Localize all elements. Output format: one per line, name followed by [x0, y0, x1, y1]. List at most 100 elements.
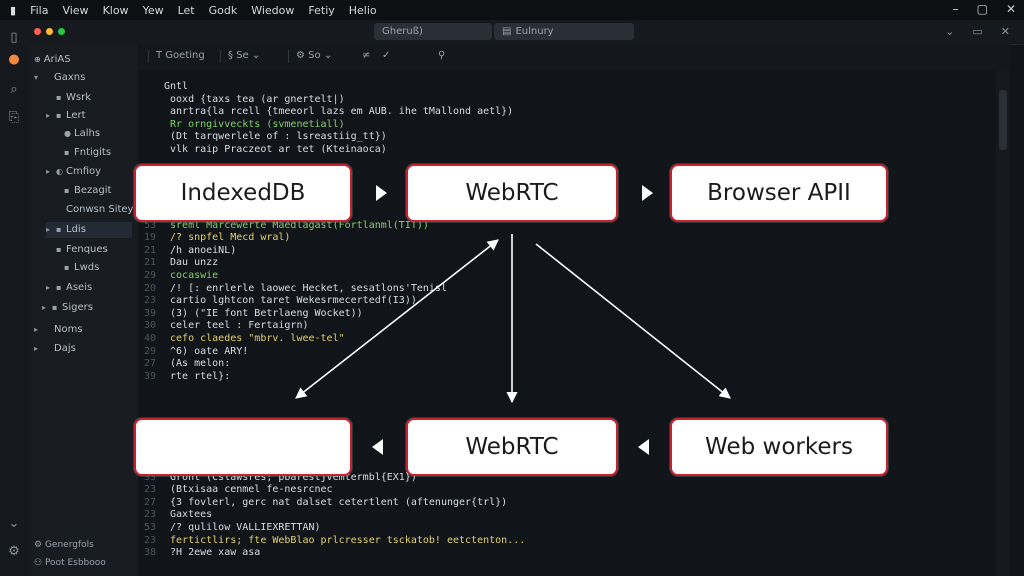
title-tab-left[interactable]: Gheruß) [374, 23, 492, 40]
close-dot-icon[interactable] [34, 28, 41, 35]
code-line: 30 celer teel : Fertaigrn) [138, 319, 309, 332]
code-text: fertictlirs; fte WebBlao prlcresser tsck… [164, 534, 526, 546]
menu-bar: ▮ Fila View Klow Yew Let Godk Wiedow Fet… [0, 0, 1024, 20]
menu-item-klow[interactable]: Klow [103, 4, 129, 17]
diagram-node-browser-api[interactable]: Browser APII [670, 164, 888, 222]
sidebar-tree-item[interactable]: ▸ ◐ Cmfioy [46, 164, 101, 180]
editor-scrollbar[interactable] [996, 70, 1010, 576]
scrollbar-thumb[interactable] [999, 90, 1007, 150]
code-line: Rr orngivveckts (svmenetiall) [138, 118, 345, 131]
code-line: Gntl [138, 80, 188, 93]
source-control-icon[interactable]: ⎘ [6, 110, 22, 126]
chevron-down-icon[interactable]: ⌄ [6, 516, 22, 532]
sidebar-tree-item[interactable]: ▸ ▪ Lert [46, 108, 86, 124]
panel-close-icon[interactable]: ✕ [1001, 25, 1010, 38]
file-icon: ▪ [56, 225, 62, 234]
sidebar-footer-2[interactable]: ⚇ Poot Esbbooo [34, 558, 144, 576]
split-icon[interactable]: ⌄ [945, 25, 954, 38]
sidebar-tree-item-label: Sigers [62, 302, 93, 313]
line-number: 30 [143, 320, 156, 332]
menu-item-yew[interactable]: Yew [143, 4, 164, 17]
extensions-icon[interactable]: ● [6, 52, 22, 68]
menu-item-fetiy[interactable]: Fetiy [308, 4, 334, 17]
diagram-node-indexeddb[interactable]: IndexedDB [134, 164, 352, 222]
layout-icon[interactable]: ▭ [972, 25, 982, 38]
menu-item-let[interactable]: Let [178, 4, 195, 17]
sidebar-tree-item[interactable]: ▪ Lwds [54, 260, 99, 276]
settings-gear-icon[interactable]: ⚙ [6, 544, 22, 560]
sidebar-tree-item[interactable]: Conwsn Sitey [46, 202, 133, 218]
sidebar-tree-item-label: Lwds [74, 262, 100, 273]
code-editor[interactable]: Gntl ooxd {taxs tea (ar gnertelt|) anrtr… [138, 70, 1010, 576]
line-number: 53 [143, 522, 156, 533]
format-icon[interactable]: ≠ [362, 50, 370, 61]
sidebar-footer-2-label: Poot Esbbooo [44, 558, 106, 568]
diagram-node-webrtc-bottom[interactable]: WebRTC [406, 418, 618, 476]
sidebar-tree-item[interactable]: ▪ Wsrk [46, 90, 91, 106]
line-number: 23 [143, 509, 156, 521]
maximize-icon[interactable]: ▢ [977, 2, 988, 16]
line-number: 29 [143, 345, 156, 357]
sidebar-tree-item[interactable]: ▸ ▪ Aseis [46, 280, 92, 296]
sidebar-tree-item[interactable]: ▸ ▪ Ldis [46, 222, 132, 238]
menu-item-help[interactable]: Helio [349, 4, 377, 17]
line-number: 21 [143, 244, 156, 256]
minimize-icon[interactable]: – [953, 2, 959, 16]
sidebar-tree-item[interactable]: ▾ Gaxns [34, 70, 85, 86]
chevron-icon[interactable]: ▸ [46, 164, 56, 180]
sidebar-header: ⊕ AriAS [34, 52, 71, 68]
chevron-icon[interactable]: ▸ [34, 322, 44, 338]
explorer-sidebar: ⊕ AriAS ▾ Gaxns ▪ Wsrk ▸ ▪ Lert ● Lalhs ▪ Fntigits ▸… [28, 44, 139, 576]
sidebar-tree-item[interactable]: ▪ Bezagit [54, 183, 111, 199]
code-line: 29 ^6) oate ARY! [138, 345, 248, 358]
sidebar-tree-item-label: Noms [54, 324, 83, 335]
menu-item-view[interactable]: View [62, 4, 88, 17]
sidebar-tree-item[interactable]: ▸ Dajs [34, 341, 76, 357]
menu-item-file[interactable]: Fila [30, 4, 48, 17]
close-icon[interactable]: ✕ [1006, 2, 1016, 16]
sidebar-tree-item[interactable]: ▪ Fenques [46, 242, 108, 258]
sidebar-tree-item[interactable]: ▸ Noms [34, 322, 83, 338]
chevron-icon[interactable]: ▸ [46, 108, 56, 124]
chevron-icon[interactable]: ▸ [42, 300, 52, 316]
code-line: 21 /h anoeiNL) [138, 244, 236, 257]
title-tab-right[interactable]: ▤ Eulnury [494, 23, 634, 40]
code-text: /? qulilow VALLIEXRETTAN) [164, 522, 321, 533]
chevron-icon[interactable]: ▾ [34, 70, 44, 86]
chevron-icon[interactable]: ▸ [46, 222, 56, 238]
toolbar-so[interactable]: ⚙ So ⌄ [296, 50, 332, 61]
sidebar-footer-1-label: Genergfols [44, 540, 94, 550]
line-number: 27 [143, 496, 156, 508]
file-icon: ▪ [52, 303, 58, 312]
search-icon[interactable]: ⌕ [6, 82, 22, 98]
code-text: vlk raip Praczeot ar tet (Kteinaoca) [164, 144, 387, 155]
files-icon[interactable]: ▯ [6, 30, 22, 46]
gear-icon: ⚙ [296, 50, 305, 61]
code-text: Gntl [164, 81, 189, 92]
diagram-node-empty[interactable] [134, 418, 352, 476]
sidebar-tree-item-label: Lalhs [74, 128, 101, 139]
menu-item-godk[interactable]: Godk [209, 4, 238, 17]
sidebar-footer-1[interactable]: ⚙ Genergfols [34, 540, 144, 558]
chevron-icon[interactable]: ▸ [46, 280, 56, 296]
toolbar-se[interactable]: § Se ⌄ [228, 50, 260, 61]
toolbar-separator [288, 50, 289, 63]
run-icon[interactable]: ✓ [382, 50, 390, 61]
sidebar-tree-item[interactable]: ● Lalhs [54, 126, 100, 142]
sidebar-tree-item[interactable]: ▪ Fntigits [54, 145, 111, 161]
diagram-node-web-workers[interactable]: Web workers [670, 418, 888, 476]
sidebar-header-label: AriAS [43, 54, 71, 65]
zoom-dot-icon[interactable] [58, 28, 65, 35]
diagram-node-webrtc-top[interactable]: WebRTC [406, 164, 618, 222]
code-text: rte rtel}: [164, 370, 231, 382]
code-text: /! [: enrlerle laowec Hecket, sesatlons'… [164, 282, 447, 294]
toolbar-goeting[interactable]: T Goeting [156, 50, 205, 61]
chevron-icon[interactable]: ▸ [34, 341, 44, 357]
menu-item-window[interactable]: Wiedow [251, 4, 294, 17]
pin-icon[interactable]: ⚲ [438, 50, 445, 61]
minimize-dot-icon[interactable] [46, 28, 53, 35]
sidebar-tree-item-label: Lert [66, 110, 86, 121]
code-text: cartio lghtcon taret Wekesrmecertedf(I3)… [164, 295, 417, 307]
sidebar-tree-item[interactable]: ▸ ▪ Sigers [42, 300, 93, 316]
